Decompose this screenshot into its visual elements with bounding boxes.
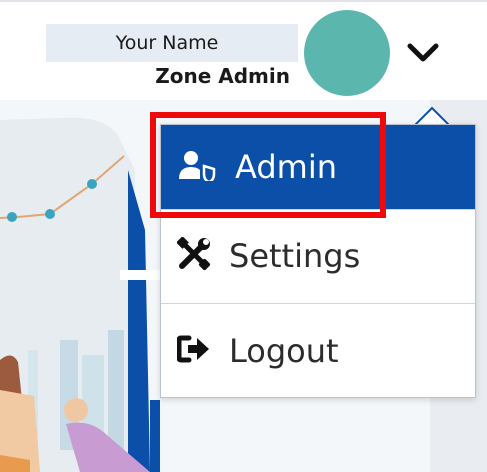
chevron-down-icon[interactable] xyxy=(406,40,440,66)
avatar[interactable] xyxy=(304,10,390,96)
menu-item-label: Settings xyxy=(229,236,361,275)
top-header: Your Name Zone Admin xyxy=(0,0,487,100)
sign-out-icon xyxy=(176,335,211,367)
user-role: Zone Admin xyxy=(155,64,290,88)
menu-item-label: Admin xyxy=(235,148,337,186)
menu-item-label: Logout xyxy=(229,331,339,370)
user-shield-icon xyxy=(177,149,217,185)
user-name: Your Name xyxy=(115,32,219,54)
menu-item-logout[interactable]: Logout xyxy=(161,303,475,397)
menu-item-settings[interactable]: Settings xyxy=(161,209,475,301)
user-dropdown-menu: Admin Settings Logout xyxy=(160,124,476,398)
tools-icon xyxy=(176,235,211,275)
menu-item-admin[interactable]: Admin xyxy=(161,125,475,209)
